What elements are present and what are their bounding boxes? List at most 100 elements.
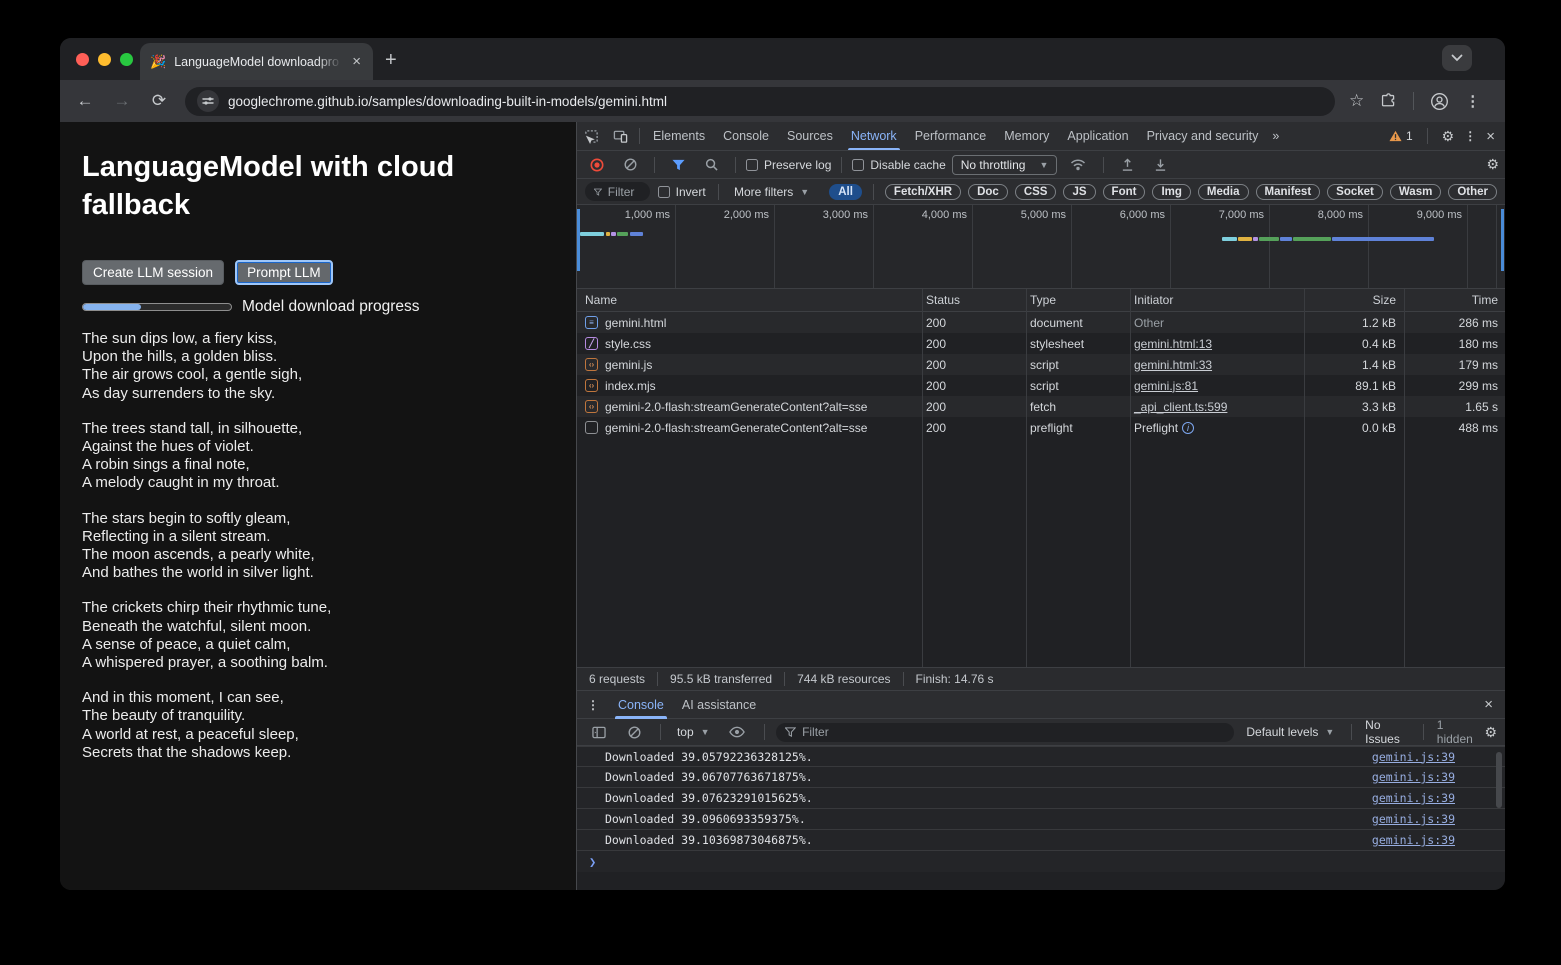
inspect-element-icon[interactable] <box>577 129 606 144</box>
table-row[interactable]: ‹›index.mjs 200 script gemini.js:81 89.1… <box>577 375 1505 396</box>
issues-status[interactable]: No Issues <box>1365 718 1410 746</box>
console-settings-gear-icon[interactable]: ⚙ <box>1484 724 1497 741</box>
source-link[interactable]: gemini.js:39 <box>1372 812 1495 826</box>
prompt-llm-button[interactable]: Prompt LLM <box>235 260 333 285</box>
minimize-window-button[interactable] <box>98 53 111 66</box>
column-divider[interactable] <box>1404 289 1405 667</box>
console-prompt-chevron[interactable]: ❯ <box>589 855 596 869</box>
tab-elements[interactable]: Elements <box>644 122 714 150</box>
chip-socket[interactable]: Socket <box>1327 184 1383 200</box>
column-header-status[interactable]: Status <box>921 293 1025 307</box>
more-filters-button[interactable]: More filters ▼ <box>730 185 813 199</box>
eye-icon[interactable] <box>722 726 752 738</box>
console-scrollbar-thumb[interactable] <box>1496 752 1502 808</box>
menu-kebab-icon[interactable]: ⋮ <box>1465 92 1480 110</box>
console-message[interactable]: Downloaded 39.07623291015625%. gemini.js… <box>577 788 1505 809</box>
console-message[interactable]: Downloaded 39.0960693359375%. gemini.js:… <box>577 809 1505 830</box>
column-header-type[interactable]: Type <box>1025 293 1129 307</box>
source-link[interactable]: gemini.js:39 <box>1372 791 1495 805</box>
more-tabs-button[interactable]: » <box>1267 122 1284 150</box>
export-har-icon[interactable] <box>1147 158 1174 172</box>
request-initiator-link[interactable]: gemini.html:33 <box>1134 358 1212 372</box>
hidden-count[interactable]: 1 hidden <box>1437 718 1476 746</box>
chip-fetch-xhr[interactable]: Fetch/XHR <box>885 184 961 200</box>
chip-css[interactable]: CSS <box>1015 184 1057 200</box>
column-header-time[interactable]: Time <box>1403 293 1505 307</box>
network-overview-timeline[interactable]: 1,000 ms 2,000 ms 3,000 ms 4,000 ms 5,00… <box>577 205 1505 289</box>
chip-doc[interactable]: Doc <box>968 184 1008 200</box>
tab-memory[interactable]: Memory <box>995 122 1058 150</box>
column-divider[interactable] <box>922 289 923 667</box>
chip-other[interactable]: Other <box>1448 184 1497 200</box>
tab-privacy-security[interactable]: Privacy and security <box>1138 122 1268 150</box>
source-link[interactable]: gemini.js:39 <box>1372 833 1495 847</box>
filter-funnel-icon[interactable] <box>665 159 692 171</box>
drawer-close-icon[interactable]: × <box>1484 696 1505 713</box>
url-bar[interactable]: googlechrome.github.io/samples/downloadi… <box>185 87 1335 116</box>
site-settings-icon[interactable] <box>197 90 219 112</box>
chip-font[interactable]: Font <box>1103 184 1146 200</box>
browser-tab[interactable]: 🎉 LanguageModel downloadpro × <box>140 43 373 80</box>
record-network-log-button[interactable] <box>583 158 611 172</box>
search-icon[interactable] <box>698 158 725 171</box>
column-divider[interactable] <box>1026 289 1027 667</box>
source-link[interactable]: gemini.js:39 <box>1372 770 1495 784</box>
tab-performance[interactable]: Performance <box>906 122 996 150</box>
profile-avatar-icon[interactable] <box>1430 92 1449 111</box>
disable-cache-checkbox[interactable]: Disable cache <box>852 158 945 172</box>
devtools-close-icon[interactable]: × <box>1486 128 1495 145</box>
overview-right-handle[interactable] <box>1501 209 1504 271</box>
request-initiator-link[interactable]: _api_client.ts:599 <box>1134 400 1227 414</box>
tab-network[interactable]: Network <box>842 122 906 150</box>
table-row[interactable]: ‹›gemini.js 200 script gemini.html:33 1.… <box>577 354 1505 375</box>
drawer-kebab-icon[interactable]: ⋮ <box>577 698 609 712</box>
reload-button[interactable]: ⟳ <box>147 91 171 111</box>
tab-close-icon[interactable]: × <box>350 54 363 69</box>
table-row[interactable]: ╱style.css 200 stylesheet gemini.html:13… <box>577 333 1505 354</box>
request-initiator-link[interactable]: gemini.html:13 <box>1134 337 1212 351</box>
source-link[interactable]: gemini.js:39 <box>1372 750 1495 764</box>
console-filter-input[interactable] <box>802 725 1225 739</box>
table-row[interactable]: ‹›gemini-2.0-flash:streamGenerateContent… <box>577 396 1505 417</box>
column-header-initiator[interactable]: Initiator <box>1129 293 1303 307</box>
drawer-tab-ai-assistance[interactable]: AI assistance <box>673 691 765 719</box>
network-settings-gear-icon[interactable]: ⚙ <box>1486 156 1499 173</box>
console-sidebar-icon[interactable] <box>585 726 613 739</box>
table-row[interactable]: ≡gemini.html 200 document Other 1.2 kB 2… <box>577 312 1505 333</box>
info-icon[interactable]: i <box>1182 422 1194 434</box>
settings-gear-icon[interactable]: ⚙ <box>1442 128 1455 145</box>
devtools-kebab-icon[interactable]: ⋮ <box>1464 129 1476 143</box>
chip-js[interactable]: JS <box>1063 184 1095 200</box>
bookmark-star-icon[interactable]: ☆ <box>1349 91 1364 111</box>
table-row[interactable]: gemini-2.0-flash:streamGenerateContent?a… <box>577 417 1505 438</box>
log-levels-select[interactable]: Default levels ▼ <box>1242 725 1338 739</box>
issues-warning[interactable]: 1 <box>1389 129 1413 143</box>
chip-manifest[interactable]: Manifest <box>1256 184 1321 200</box>
network-conditions-icon[interactable] <box>1063 158 1093 171</box>
console-message[interactable]: Downloaded 39.06707763671875%. gemini.js… <box>577 767 1505 788</box>
tab-application[interactable]: Application <box>1058 122 1137 150</box>
device-toolbar-icon[interactable] <box>606 129 635 144</box>
overview-left-handle[interactable] <box>577 209 580 271</box>
column-divider[interactable] <box>1304 289 1305 667</box>
chip-all[interactable]: All <box>829 184 862 200</box>
console-message[interactable]: Downloaded 39.10369873046875%. gemini.js… <box>577 830 1505 851</box>
column-divider[interactable] <box>1130 289 1131 667</box>
console-context-select[interactable]: top ▼ <box>673 725 714 739</box>
chip-wasm[interactable]: Wasm <box>1390 184 1441 200</box>
clear-console-button[interactable] <box>621 726 648 739</box>
create-llm-session-button[interactable]: Create LLM session <box>82 260 224 285</box>
console-message[interactable]: Downloaded 39.05792236328125%. gemini.js… <box>577 746 1505 767</box>
invert-checkbox[interactable]: Invert <box>658 185 706 199</box>
throttling-select[interactable]: No throttling ▼ <box>952 155 1058 175</box>
forward-button[interactable]: → <box>110 91 134 111</box>
maximize-window-button[interactable] <box>120 53 133 66</box>
close-window-button[interactable] <box>76 53 89 66</box>
chip-media[interactable]: Media <box>1198 184 1249 200</box>
network-filter-input[interactable] <box>608 185 641 199</box>
column-header-size[interactable]: Size <box>1303 293 1403 307</box>
back-button[interactable]: ← <box>73 91 97 111</box>
tab-search-button[interactable] <box>1442 45 1472 71</box>
import-har-icon[interactable] <box>1114 158 1141 172</box>
drawer-tab-console[interactable]: Console <box>609 691 673 719</box>
